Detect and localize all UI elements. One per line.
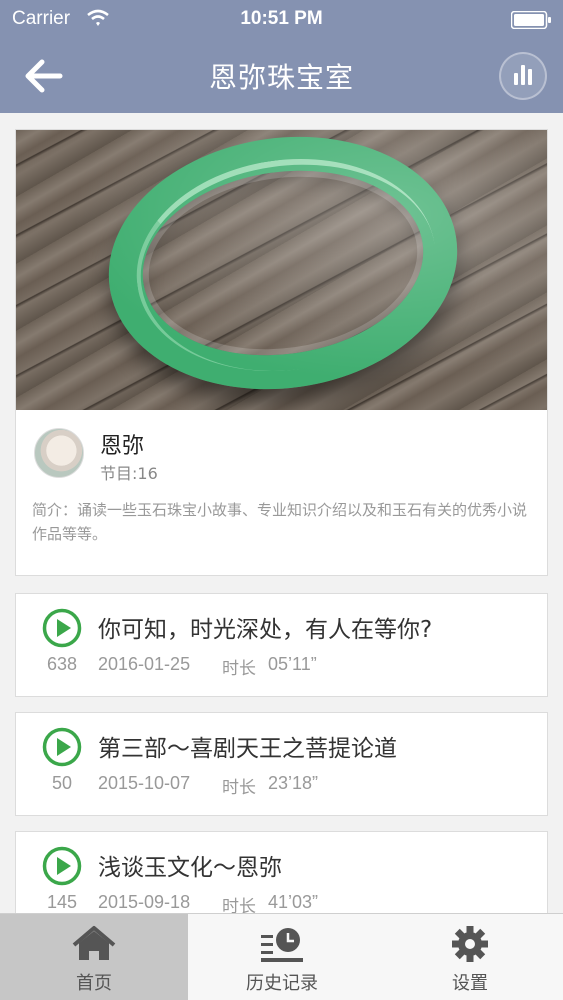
program-count: 节目:16: [100, 464, 158, 483]
history-icon: [261, 928, 303, 962]
episode-date: 2015-09-18: [98, 892, 191, 912]
tab-history[interactable]: 历史记录: [188, 914, 376, 1000]
tab-settings[interactable]: 设置: [376, 914, 563, 1000]
episode-duration: 41’03”: [268, 892, 319, 912]
play-icon[interactable]: [42, 727, 82, 767]
battery-icon: [511, 11, 551, 29]
play-icon[interactable]: [42, 608, 82, 648]
play-count: 145: [46, 892, 78, 912]
gear-icon: [452, 926, 488, 962]
episode-item[interactable]: 浅谈玉文化～恩弥 145 2015-09-18 时长 41’03”: [15, 831, 548, 913]
episode-title: 你可知，时光深处，有人在等你?: [98, 617, 433, 643]
album-intro: 简介：诵读一些玉石珠宝小故事、专业知识介绍以及和玉石有关的优秀小说作品等等。: [32, 501, 528, 543]
tab-label: 历史记录: [246, 973, 318, 994]
author-name: 恩弥: [100, 434, 145, 459]
play-icon[interactable]: [42, 846, 82, 886]
episode-item[interactable]: 你可知，时光深处，有人在等你? 638 2016-01-25 时长 05’11”: [15, 593, 548, 697]
tab-label: 首页: [76, 973, 112, 994]
episode-title: 第三部～喜剧天王之菩提论道: [98, 736, 397, 762]
clock: 10:51 PM: [240, 8, 323, 29]
tab-home[interactable]: 首页: [0, 914, 188, 1000]
status-bar: Carrier 10:51 PM: [0, 0, 563, 40]
play-count: 638: [46, 654, 78, 674]
episode-item[interactable]: 第三部～喜剧天王之菩提论道 50 2015-10-07 时长 23’18”: [15, 712, 548, 816]
home-icon: [72, 926, 116, 960]
duration-label: 时长: [222, 659, 256, 679]
album-cover-image: [16, 130, 547, 410]
play-count: 50: [51, 773, 73, 793]
episode-date: 2015-10-07: [98, 773, 191, 793]
episode-date: 2016-01-25: [98, 654, 191, 674]
episode-duration: 23’18”: [268, 773, 319, 793]
avatar[interactable]: [34, 428, 84, 478]
tab-bar: 首页 历史记录 设置: [0, 913, 563, 1000]
nav-bar: 恩弥珠宝室: [0, 40, 563, 113]
duration-label: 时长: [222, 778, 256, 798]
content-area[interactable]: 恩弥 节目:16 简介：诵读一些玉石珠宝小故事、专业知识介绍以及和玉石有关的优秀…: [0, 113, 563, 913]
tab-label: 设置: [452, 973, 488, 994]
audio-bars-icon[interactable]: [499, 52, 547, 100]
album-card: 恩弥 节目:16 简介：诵读一些玉石珠宝小故事、专业知识介绍以及和玉石有关的优秀…: [15, 129, 548, 576]
page-title: 恩弥珠宝室: [208, 61, 354, 94]
episode-duration: 05’11”: [268, 654, 317, 674]
duration-label: 时长: [222, 897, 256, 913]
episode-title: 浅谈玉文化～恩弥: [98, 855, 282, 881]
